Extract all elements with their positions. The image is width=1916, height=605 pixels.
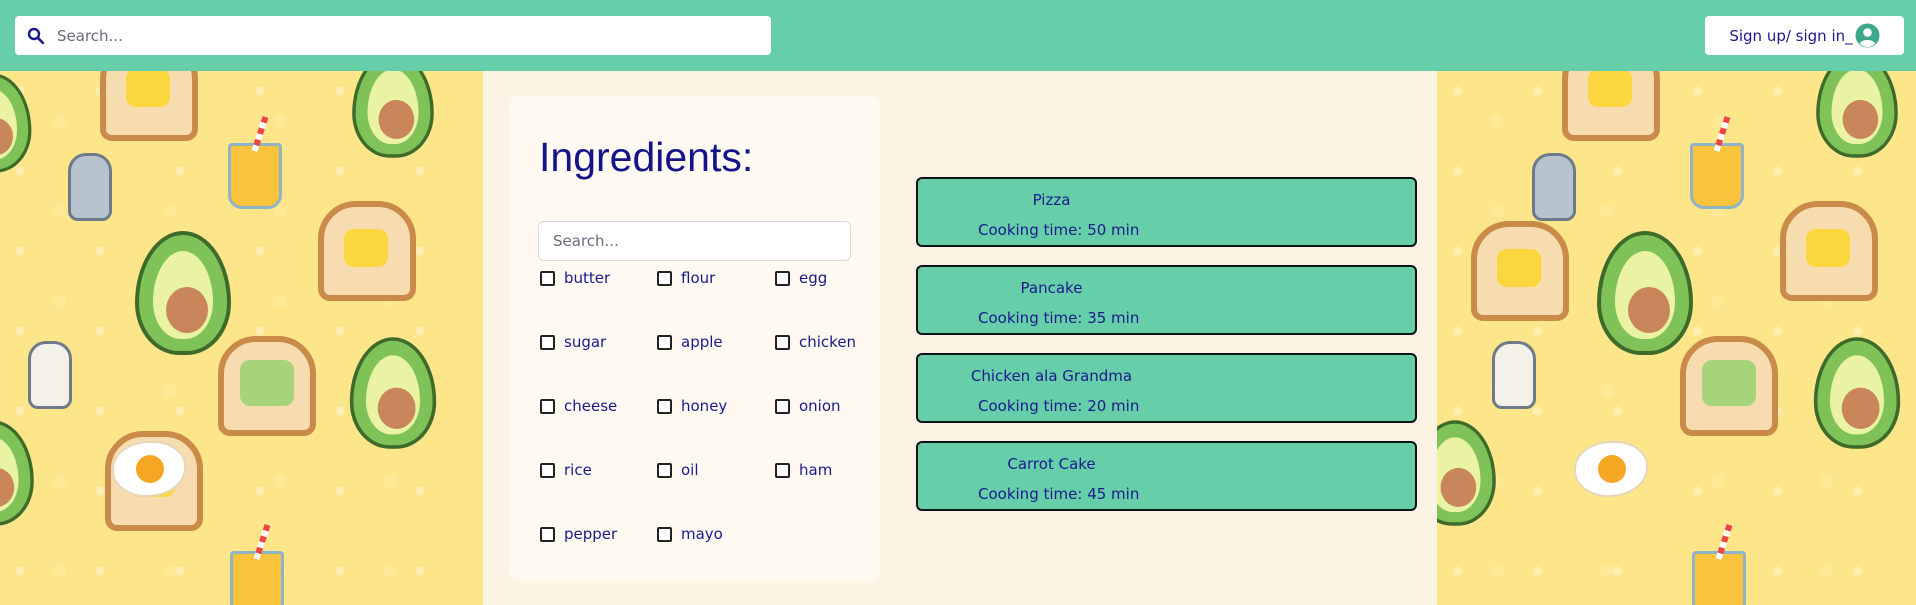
ingredient-option[interactable]: pepper <box>540 522 657 586</box>
toast-illustration <box>1780 201 1878 301</box>
main-content: Ingredients: butter flour egg sugar appl… <box>483 71 1437 605</box>
recipe-cooking-time: Cooking time: 50 min <box>978 221 1140 239</box>
ingredient-option[interactable]: cheese <box>540 394 657 458</box>
ingredient-option[interactable]: apple <box>657 330 775 394</box>
recipe-card[interactable]: Chicken ala Grandma Cooking time: 20 min <box>916 353 1417 423</box>
global-search-bar[interactable] <box>15 16 771 55</box>
ingredient-label: onion <box>799 397 841 415</box>
ingredients-panel: Ingredients: butter flour egg sugar appl… <box>509 96 880 581</box>
avocado-toast-illustration <box>1680 336 1778 436</box>
avocado-illustration <box>1597 231 1693 355</box>
ingredient-option[interactable]: honey <box>657 394 775 458</box>
ingredient-checkbox[interactable] <box>540 463 555 478</box>
ingredient-option[interactable]: onion <box>775 394 870 458</box>
ingredient-checkbox[interactable] <box>540 335 555 350</box>
recipe-card[interactable]: Pizza Cooking time: 50 min <box>916 177 1417 247</box>
user-icon <box>1855 23 1880 48</box>
ingredient-checkbox[interactable] <box>657 399 672 414</box>
ingredient-option[interactable]: flour <box>657 266 775 330</box>
ingredient-option[interactable]: ham <box>775 458 870 522</box>
sign-in-label: Sign up/ sign in_ <box>1729 26 1853 45</box>
ingredient-checkbox[interactable] <box>775 335 790 350</box>
avocado-illustration <box>1813 337 1901 449</box>
ingredient-checkbox[interactable] <box>657 335 672 350</box>
ingredient-checkbox[interactable] <box>775 399 790 414</box>
recipe-cooking-time: Cooking time: 20 min <box>978 397 1140 415</box>
avocado-illustration <box>1816 71 1898 158</box>
ingredient-label: flour <box>681 269 716 287</box>
ingredient-checkbox[interactable] <box>657 271 672 286</box>
ingredient-checkbox-list: butter flour egg sugar apple chicken che… <box>540 266 870 586</box>
avocado-illustration <box>0 73 32 173</box>
avocado-illustration <box>135 231 231 355</box>
salt-shaker-illustration <box>1532 153 1576 221</box>
ingredient-option[interactable]: butter <box>540 266 657 330</box>
toast-illustration <box>318 201 416 301</box>
ingredient-search-input[interactable] <box>538 221 851 261</box>
recipe-card[interactable]: Carrot Cake Cooking time: 45 min <box>916 441 1417 511</box>
salt-shaker-illustration <box>68 153 112 221</box>
egg-illustration <box>1574 441 1648 497</box>
recipe-name: Pancake <box>1020 279 1083 297</box>
ingredient-checkbox[interactable] <box>657 463 672 478</box>
global-search-input[interactable] <box>57 26 737 45</box>
ingredients-title: Ingredients: <box>539 134 754 180</box>
ingredient-label: chicken <box>799 333 857 351</box>
ingredient-checkbox[interactable] <box>540 271 555 286</box>
ingredient-label: rice <box>564 461 592 479</box>
ingredient-checkbox[interactable] <box>540 399 555 414</box>
recipe-name: Chicken ala Grandma <box>970 367 1133 385</box>
background-wallpaper-right <box>1437 71 1916 605</box>
ingredient-checkbox[interactable] <box>775 463 790 478</box>
ingredient-option[interactable]: egg <box>775 266 870 330</box>
avocado-toast-illustration <box>218 336 316 436</box>
avocado-illustration <box>1437 420 1496 526</box>
toast-illustration <box>1471 221 1569 321</box>
ingredient-label: apple <box>681 333 723 351</box>
ingredient-label: ham <box>799 461 833 479</box>
ingredient-option[interactable]: rice <box>540 458 657 522</box>
ingredient-label: pepper <box>564 525 618 543</box>
avocado-illustration <box>0 420 34 526</box>
top-header: Sign up/ sign in_ <box>0 0 1916 71</box>
avocado-illustration <box>349 337 437 449</box>
toast-illustration <box>1562 71 1660 141</box>
background-wallpaper-left <box>0 71 483 605</box>
recipe-name: Pizza <box>1032 191 1071 209</box>
ingredient-label: butter <box>564 269 611 287</box>
ingredient-label: honey <box>681 397 728 415</box>
ingredient-label: oil <box>681 461 699 479</box>
ingredient-label: mayo <box>681 525 723 543</box>
ingredient-label: cheese <box>564 397 618 415</box>
salt-shaker-illustration <box>28 341 72 409</box>
search-icon <box>27 27 45 45</box>
ingredient-checkbox[interactable] <box>775 271 790 286</box>
drink-illustration <box>1692 551 1746 605</box>
recipe-cooking-time: Cooking time: 45 min <box>978 485 1140 503</box>
avocado-illustration <box>352 71 434 158</box>
ingredient-label: egg <box>799 269 828 287</box>
ingredient-option[interactable]: mayo <box>657 522 775 586</box>
recipe-cooking-time: Cooking time: 35 min <box>978 309 1140 327</box>
ingredient-option[interactable]: chicken <box>775 330 870 394</box>
salt-shaker-illustration <box>1492 341 1536 409</box>
toast-illustration <box>100 71 198 141</box>
recipe-list: Pizza Cooking time: 50 min Pancake Cooki… <box>916 177 1417 529</box>
ingredient-checkbox[interactable] <box>540 527 555 542</box>
drink-illustration <box>228 143 282 209</box>
recipe-card[interactable]: Pancake Cooking time: 35 min <box>916 265 1417 335</box>
ingredient-option[interactable]: sugar <box>540 330 657 394</box>
recipe-name: Carrot Cake <box>1007 455 1096 473</box>
drink-illustration <box>230 551 284 605</box>
drink-illustration <box>1690 143 1744 209</box>
ingredient-checkbox[interactable] <box>657 527 672 542</box>
ingredient-option[interactable]: oil <box>657 458 775 522</box>
ingredient-label: sugar <box>564 333 607 351</box>
sign-in-button[interactable]: Sign up/ sign in_ <box>1705 16 1904 55</box>
